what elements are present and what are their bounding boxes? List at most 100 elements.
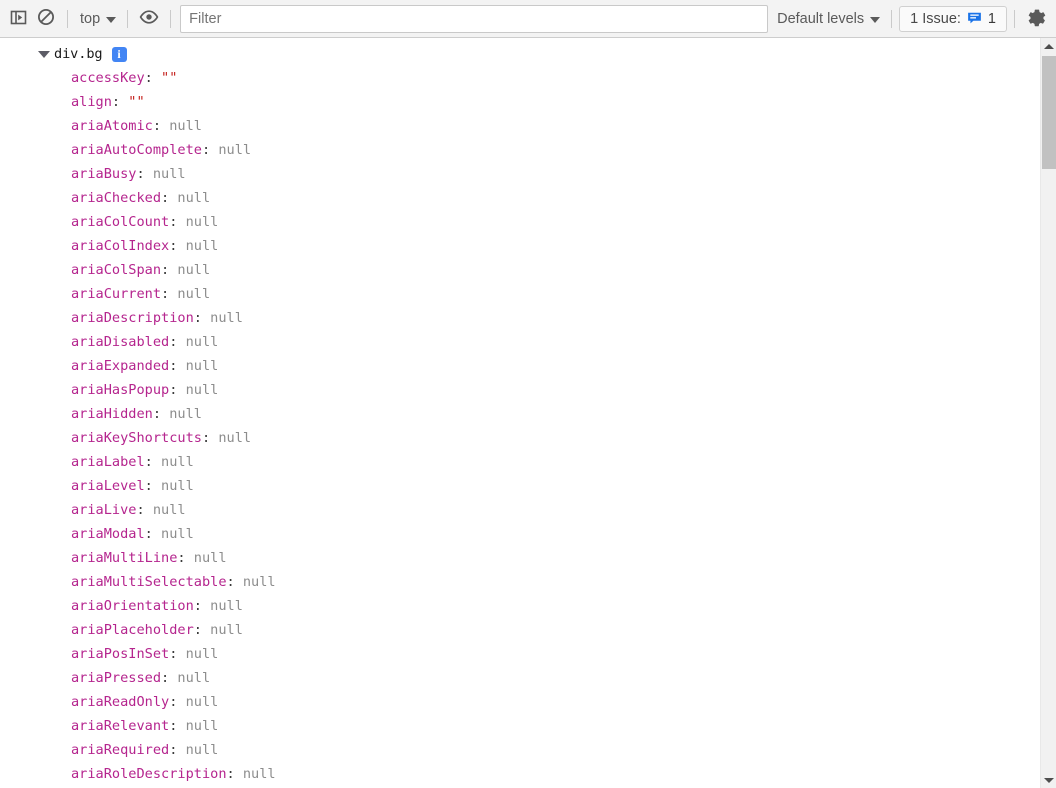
- property-colon: :: [169, 358, 186, 374]
- property-colon: :: [177, 550, 194, 566]
- property-name: ariaLevel: [71, 478, 145, 494]
- property-colon: :: [144, 454, 162, 470]
- object-property-row[interactable]: ariaLevel: null: [0, 474, 1040, 498]
- property-value: null: [185, 646, 219, 662]
- property-value: null: [161, 526, 194, 542]
- property-name: ariaPosInSet: [71, 646, 170, 662]
- settings-button[interactable]: [1022, 5, 1050, 33]
- object-property-row[interactable]: ariaAutoComplete: null: [0, 138, 1040, 162]
- property-name: ariaMultiLine: [71, 550, 178, 566]
- property-name: ariaBusy: [71, 166, 137, 182]
- vertical-scrollbar[interactable]: [1040, 38, 1056, 788]
- object-property-row[interactable]: ariaReadOnly: null: [0, 690, 1040, 714]
- property-name: ariaKeyShortcuts: [71, 430, 202, 446]
- object-property-row[interactable]: ariaMultiSelectable: null: [0, 570, 1040, 594]
- scroll-down-arrow-icon[interactable]: [1041, 772, 1056, 788]
- chevron-down-icon: [106, 16, 117, 23]
- scroll-up-arrow-icon[interactable]: [1041, 38, 1056, 54]
- info-icon[interactable]: i: [111, 46, 127, 62]
- property-colon: :: [169, 742, 186, 758]
- object-property-row[interactable]: align: "": [0, 90, 1040, 114]
- eye-icon: [139, 9, 159, 28]
- property-colon: :: [201, 430, 219, 446]
- object-property-row[interactable]: ariaDisabled: null: [0, 330, 1040, 354]
- object-property-row[interactable]: ariaRelevant: null: [0, 714, 1040, 738]
- property-colon: :: [169, 646, 186, 662]
- object-expand-header[interactable]: div.bg i: [0, 42, 1040, 66]
- toolbar-divider-3: [170, 9, 172, 28]
- property-name: ariaLive: [71, 502, 137, 518]
- property-colon: :: [193, 598, 211, 614]
- clear-console-button[interactable]: [32, 5, 60, 33]
- property-name: ariaLabel: [71, 454, 145, 470]
- property-value: null: [185, 742, 219, 758]
- object-property-row[interactable]: ariaPosInSet: null: [0, 642, 1040, 666]
- property-colon: :: [136, 502, 153, 518]
- object-property-row[interactable]: ariaColSpan: null: [0, 258, 1040, 282]
- property-colon: :: [144, 526, 162, 542]
- property-colon: :: [169, 214, 186, 230]
- property-value: null: [210, 622, 243, 638]
- property-name: ariaAtomic: [71, 118, 153, 134]
- property-value: "": [161, 70, 178, 86]
- object-property-row[interactable]: ariaLabel: null: [0, 450, 1040, 474]
- property-value: null: [185, 238, 219, 254]
- object-property-row[interactable]: ariaRoleDescription: null: [0, 762, 1040, 786]
- object-property-row[interactable]: ariaModal: null: [0, 522, 1040, 546]
- issues-button[interactable]: 1 Issue: 1: [899, 5, 1007, 32]
- property-value: null: [185, 334, 219, 350]
- property-colon: :: [152, 406, 170, 422]
- devtools-console-panel: top Default levels 1 Issue:: [0, 0, 1056, 788]
- clear-console-icon: [37, 8, 55, 29]
- object-property-row[interactable]: ariaPlaceholder: null: [0, 618, 1040, 642]
- live-expression-button[interactable]: [135, 5, 163, 33]
- property-colon: :: [201, 142, 219, 158]
- chevron-down-icon: [870, 16, 881, 23]
- console-sidebar-icon: [10, 9, 27, 29]
- property-name: ariaColCount: [71, 214, 170, 230]
- object-property-row[interactable]: ariaAtomic: null: [0, 114, 1040, 138]
- filter-input[interactable]: [180, 4, 769, 33]
- object-property-row[interactable]: ariaColIndex: null: [0, 234, 1040, 258]
- object-property-row[interactable]: ariaExpanded: null: [0, 354, 1040, 378]
- property-value: null: [177, 286, 211, 302]
- property-name: ariaDescription: [71, 310, 194, 326]
- property-colon: :: [111, 94, 129, 110]
- execution-context-selector[interactable]: top: [75, 7, 120, 31]
- property-colon: :: [169, 382, 186, 398]
- log-levels-label: Default levels: [777, 10, 865, 27]
- console-scroll-area[interactable]: div.bg i accessKey: "" align: "" ariaAtomi…: [0, 38, 1040, 788]
- property-colon: :: [193, 310, 211, 326]
- object-property-row[interactable]: ariaLive: null: [0, 498, 1040, 522]
- property-colon: :: [152, 118, 170, 134]
- object-property-row[interactable]: ariaOrientation: null: [0, 594, 1040, 618]
- object-property-row[interactable]: ariaPressed: null: [0, 666, 1040, 690]
- log-levels-selector[interactable]: Default levels: [772, 7, 884, 31]
- object-property-row[interactable]: ariaColCount: null: [0, 210, 1040, 234]
- object-property-row[interactable]: ariaBusy: null: [0, 162, 1040, 186]
- property-value: null: [242, 766, 276, 782]
- property-value: null: [169, 406, 202, 422]
- property-colon: :: [169, 238, 186, 254]
- object-property-row[interactable]: ariaMultiLine: null: [0, 546, 1040, 570]
- object-property-row[interactable]: ariaHasPopup: null: [0, 378, 1040, 402]
- object-property-row[interactable]: ariaCurrent: null: [0, 282, 1040, 306]
- scroll-thumb[interactable]: [1042, 56, 1056, 169]
- object-property-row[interactable]: ariaKeyShortcuts: null: [0, 426, 1040, 450]
- issues-count: 1: [987, 10, 996, 27]
- disclosure-triangle-expanded-icon[interactable]: [38, 50, 50, 58]
- object-property-row[interactable]: ariaDescription: null: [0, 306, 1040, 330]
- property-value: null: [177, 262, 211, 278]
- object-property-row[interactable]: ariaHidden: null: [0, 402, 1040, 426]
- property-name: ariaOrientation: [71, 598, 194, 614]
- object-property-row[interactable]: ariaRequired: null: [0, 738, 1040, 762]
- property-name: ariaRelevant: [71, 718, 170, 734]
- console-sidebar-toggle-button[interactable]: [4, 5, 32, 33]
- property-value: null: [193, 550, 227, 566]
- property-name: ariaModal: [71, 526, 145, 542]
- object-property-row[interactable]: accessKey: "": [0, 66, 1040, 90]
- property-value: null: [152, 502, 186, 518]
- issues-label: 1 Issue:: [910, 10, 961, 27]
- object-property-row[interactable]: ariaChecked: null: [0, 186, 1040, 210]
- property-colon: :: [161, 190, 178, 206]
